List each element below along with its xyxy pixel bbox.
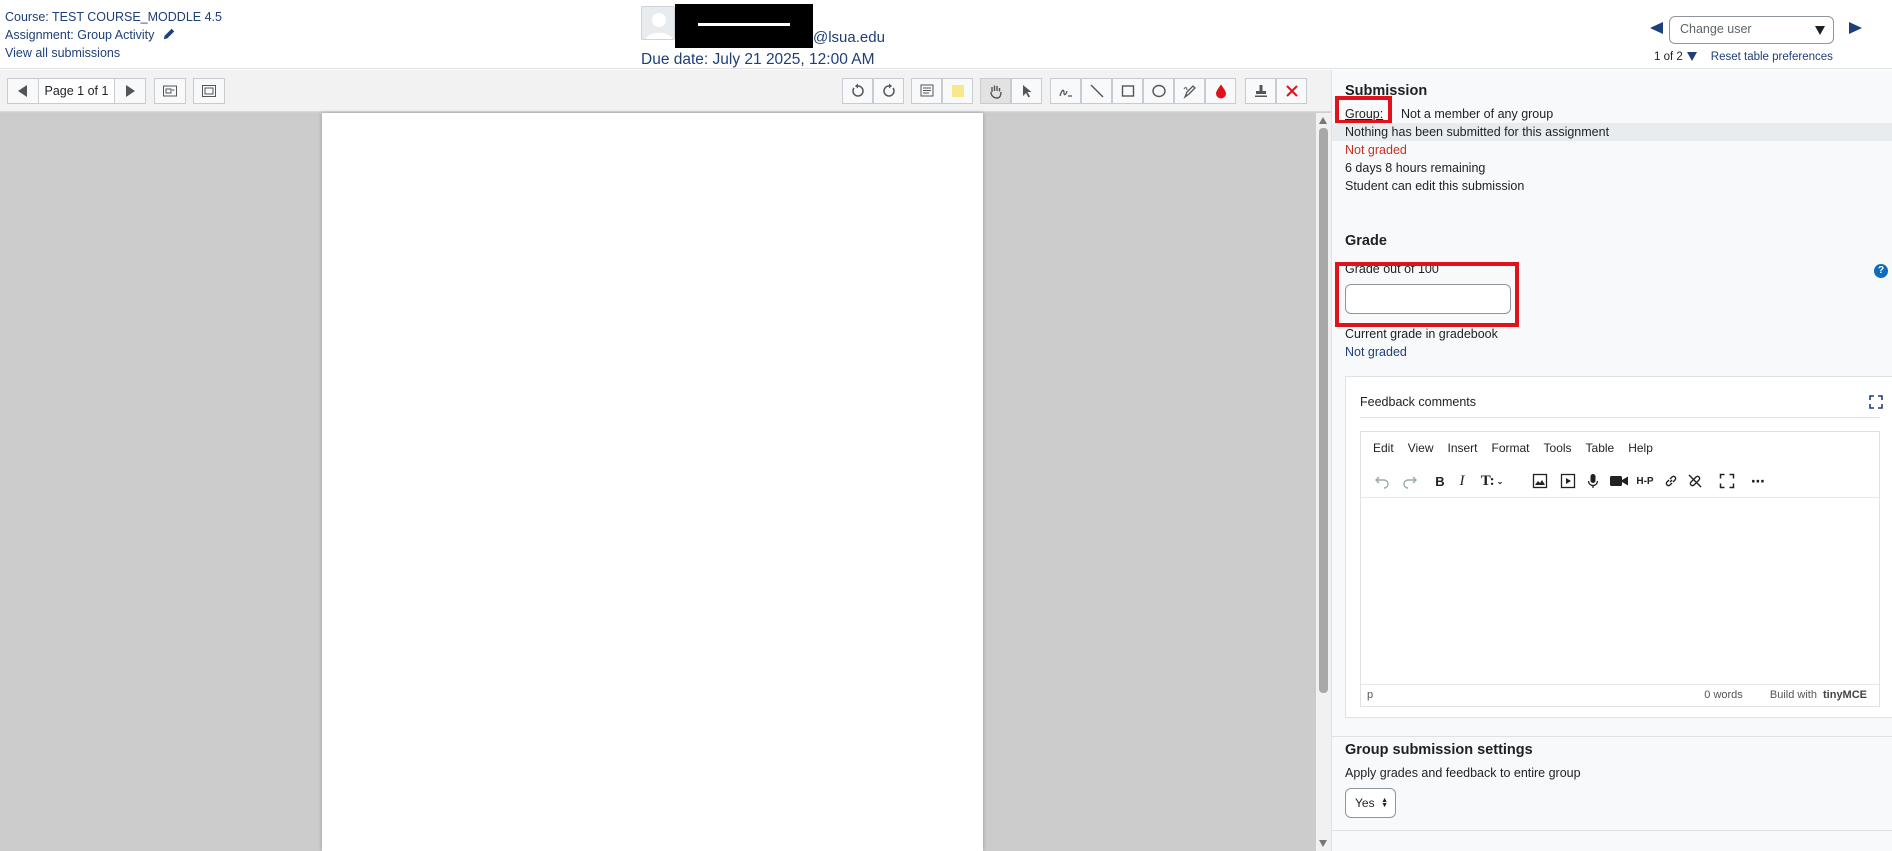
- user-navigation: Change user 1 of 2 Reset table preference…: [1650, 16, 1862, 68]
- change-user-placeholder: Change user: [1680, 22, 1752, 36]
- caret-down-icon: [1815, 26, 1825, 35]
- highlight-icon[interactable]: [1174, 78, 1205, 104]
- grade-heading: Grade: [1345, 233, 1387, 249]
- video-camera-icon[interactable]: [1608, 472, 1630, 490]
- menu-help[interactable]: Help: [1626, 439, 1655, 457]
- avatar: [641, 6, 675, 40]
- annotation-color-icon[interactable]: [1205, 78, 1236, 104]
- change-user-select[interactable]: Change user: [1669, 16, 1834, 44]
- group-value: Not a member of any group: [1401, 107, 1554, 121]
- filter-dropdown-icon[interactable]: [1686, 52, 1697, 61]
- word-count[interactable]: 0 words: [1704, 689, 1743, 701]
- current-grade-link[interactable]: Not graded: [1345, 345, 1407, 359]
- italic-icon[interactable]: I: [1453, 472, 1471, 490]
- apply-to-group-value: Yes: [1355, 796, 1375, 810]
- group-label-highlight: [1335, 96, 1392, 124]
- user-email[interactable]: @lsua.edu: [813, 29, 885, 46]
- menu-table[interactable]: Table: [1584, 439, 1617, 457]
- fullscreen-icon[interactable]: [1869, 395, 1883, 409]
- pen-icon[interactable]: [1050, 78, 1081, 104]
- viewer-scrollbar[interactable]: [1316, 113, 1331, 851]
- pdf-page[interactable]: [322, 113, 983, 851]
- line-icon[interactable]: [1081, 78, 1112, 104]
- media-icon[interactable]: [1559, 472, 1577, 490]
- image-icon[interactable]: [1531, 472, 1549, 490]
- editor-fullscreen-icon[interactable]: [1718, 472, 1736, 490]
- feedback-comments-section: Feedback comments Edit View Insert Forma…: [1345, 376, 1892, 718]
- redo-icon[interactable]: [1401, 472, 1419, 490]
- microphone-icon[interactable]: [1584, 472, 1602, 490]
- search-comments-icon[interactable]: [154, 78, 186, 104]
- element-path[interactable]: p: [1367, 689, 1373, 701]
- feedback-editor: Edit View Insert Format Tools Table Help…: [1360, 431, 1880, 707]
- menu-insert[interactable]: Insert: [1445, 439, 1479, 457]
- next-page-button[interactable]: [114, 78, 146, 104]
- delete-annotation-icon[interactable]: [1276, 78, 1307, 104]
- pdf-page-area: [0, 113, 1316, 851]
- grading-status: Not graded: [1345, 143, 1407, 157]
- menu-format[interactable]: Format: [1490, 439, 1532, 457]
- editor-menubar: Edit View Insert Format Tools Table Help: [1361, 432, 1879, 464]
- expand-collapse-icon[interactable]: [193, 78, 225, 104]
- view-all-submissions-link[interactable]: View all submissions: [5, 46, 120, 60]
- unlink-icon[interactable]: [1686, 472, 1704, 490]
- link-icon[interactable]: [1662, 472, 1680, 490]
- bold-icon[interactable]: B: [1431, 472, 1449, 490]
- rotate-left-icon[interactable]: [842, 78, 873, 104]
- more-options-icon[interactable]: ⋯: [1749, 472, 1767, 490]
- redacted-user-name: [675, 4, 813, 48]
- select-updown-icon: ▲ ▼: [1381, 797, 1388, 809]
- text-size-icon[interactable]: T: ⌄: [1477, 472, 1507, 490]
- grading-panel: Submission Group: Not a member of any gr…: [1331, 70, 1892, 851]
- current-grade-label: Current grade in gradebook: [1345, 327, 1498, 341]
- apply-to-group-select[interactable]: Yes ▲ ▼: [1345, 788, 1396, 818]
- annotation-viewer: Page 1 of 1: [0, 70, 1331, 851]
- comment-icon[interactable]: [911, 78, 942, 104]
- grade-field-highlight: [1335, 262, 1519, 327]
- feedback-text-area[interactable]: [1361, 498, 1879, 684]
- build-with-label: Build with: [1769, 689, 1817, 701]
- menu-view[interactable]: View: [1406, 439, 1436, 457]
- editor-toolbar: B I T: ⌄ H-P ⋯: [1361, 464, 1879, 498]
- tinymce-logo[interactable]: tinyMCE: [1823, 689, 1867, 701]
- help-icon[interactable]: ?: [1874, 264, 1888, 278]
- pan-hand-icon[interactable]: [980, 78, 1011, 104]
- breadcrumb: Course: TEST COURSE_MODDLE 4.5 Assignmen…: [5, 8, 222, 62]
- submission-status: Nothing has been submitted for this assi…: [1332, 123, 1892, 141]
- time-remaining: 6 days 8 hours remaining: [1345, 161, 1486, 175]
- user-count-row: 1 of 2 Reset table preferences: [1654, 51, 1833, 63]
- oval-icon[interactable]: [1143, 78, 1174, 104]
- comment-color-icon[interactable]: [942, 78, 973, 104]
- rotate-right-icon[interactable]: [873, 78, 904, 104]
- select-arrow-icon[interactable]: [1011, 78, 1042, 104]
- rectangle-icon[interactable]: [1112, 78, 1143, 104]
- grader-header: Course: TEST COURSE_MODDLE 4.5 Assignmen…: [0, 0, 1892, 69]
- next-user-arrow-icon[interactable]: [1849, 22, 1862, 34]
- course-link[interactable]: Course: TEST COURSE_MODDLE 4.5: [5, 10, 222, 24]
- feedback-title: Feedback comments: [1360, 395, 1477, 409]
- previous-user-arrow-icon[interactable]: [1650, 22, 1663, 34]
- user-count: 1 of 2: [1654, 51, 1683, 63]
- assignment-link[interactable]: Assignment: Group Activity: [5, 28, 154, 42]
- edit-pencil-icon[interactable]: [162, 27, 176, 41]
- group-settings-heading: Group submission settings: [1345, 742, 1533, 758]
- apply-to-group-label: Apply grades and feedback to entire grou…: [1345, 766, 1581, 780]
- menu-tools[interactable]: Tools: [1542, 439, 1574, 457]
- stamp-icon[interactable]: [1245, 78, 1276, 104]
- editor-statusbar: p 0 words Build with tinyMCE: [1361, 684, 1879, 706]
- pdf-toolbar: Page 1 of 1: [0, 70, 1331, 112]
- menu-edit[interactable]: Edit: [1371, 439, 1396, 457]
- previous-page-button[interactable]: [7, 78, 39, 104]
- undo-icon[interactable]: [1373, 472, 1391, 490]
- edit-status: Student can edit this submission: [1345, 179, 1525, 193]
- page-select[interactable]: Page 1 of 1: [39, 78, 114, 104]
- reset-table-preferences-link[interactable]: Reset table preferences: [1711, 51, 1833, 63]
- h5p-icon[interactable]: H-P: [1634, 472, 1656, 490]
- due-date: Due date: July 21 2025, 12:00 AM: [641, 51, 875, 68]
